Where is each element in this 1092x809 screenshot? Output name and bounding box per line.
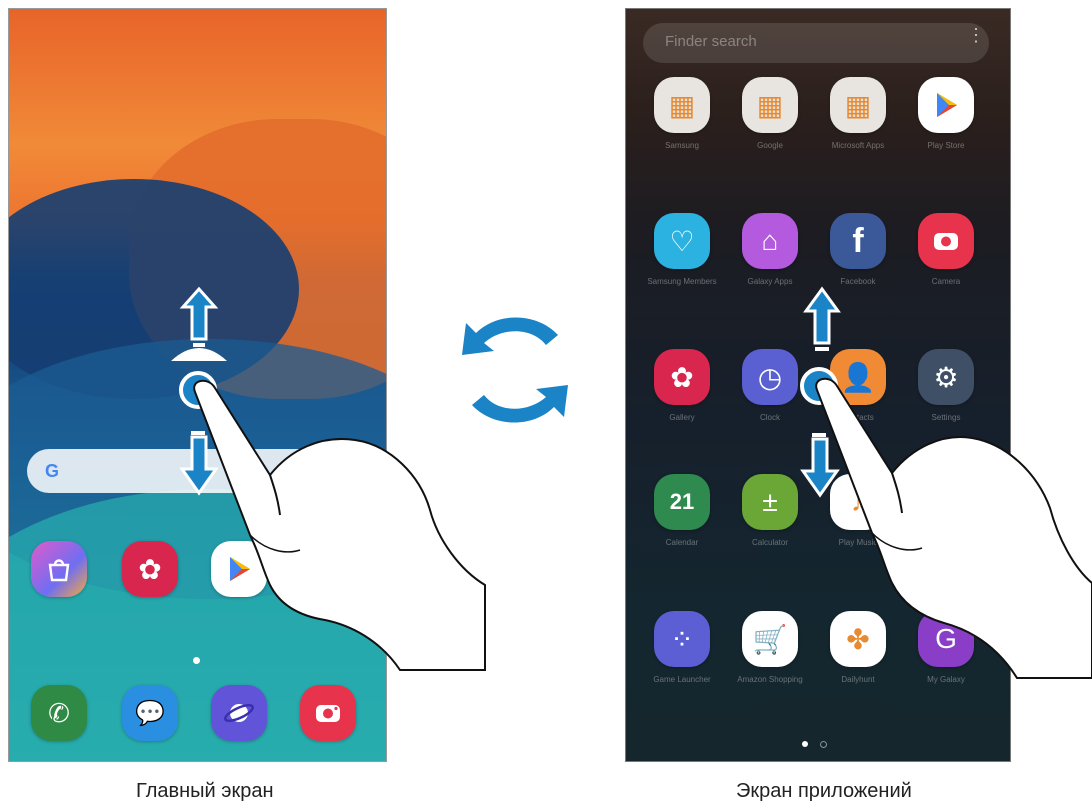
camera-icon[interactable] bbox=[300, 685, 356, 741]
calendar-icon[interactable]: 21 bbox=[654, 474, 710, 530]
game-launcher-icon[interactable]: ⁘ bbox=[654, 611, 710, 667]
hand-illustration bbox=[193, 379, 486, 671]
members-icon[interactable]: ♡ bbox=[654, 213, 710, 269]
google-icon: G bbox=[44, 461, 59, 481]
app-label: Samsung Members bbox=[647, 277, 717, 286]
app-label: Camera bbox=[931, 277, 961, 286]
app-label: Calculator bbox=[751, 538, 788, 547]
google-folder-icon[interactable]: ▦ bbox=[742, 77, 798, 133]
swipe-up-arrow bbox=[171, 286, 227, 361]
calculator-icon[interactable]: ± bbox=[742, 474, 798, 530]
internet-icon[interactable] bbox=[211, 685, 267, 741]
finder-placeholder: Finder search bbox=[665, 33, 757, 50]
gallery-icon[interactable]: ✿ bbox=[654, 349, 710, 405]
microsoft-folder-icon[interactable]: ▦ bbox=[830, 77, 886, 133]
swipe-up-arrow bbox=[803, 286, 841, 351]
apps-screen-caption: Экран приложений bbox=[736, 780, 912, 802]
switch-arrows-icon bbox=[462, 317, 568, 423]
more-options-icon[interactable]: ⋮ bbox=[967, 26, 985, 44]
messages-icon[interactable]: 💬 bbox=[122, 685, 178, 741]
page-indicator bbox=[820, 741, 827, 748]
app-label: Google bbox=[757, 141, 783, 150]
app-label: Play Store bbox=[927, 141, 965, 150]
app-label: Gallery bbox=[669, 413, 695, 422]
play-store-icon[interactable] bbox=[918, 77, 974, 133]
phone-icon[interactable]: ✆ bbox=[31, 685, 87, 741]
app-label: Samsung bbox=[665, 141, 699, 150]
app-label: Calendar bbox=[665, 538, 699, 547]
app-label: Galaxy Apps bbox=[747, 277, 793, 286]
hand-illustration bbox=[815, 377, 1092, 679]
camera-icon[interactable] bbox=[918, 213, 974, 269]
samsung-folder-icon[interactable]: ▦ bbox=[654, 77, 710, 133]
app-label: Amazon Shopping bbox=[737, 675, 803, 684]
gallery-icon[interactable]: ✿ bbox=[122, 541, 178, 597]
amazon-icon[interactable]: 🛒 bbox=[742, 611, 798, 667]
app-label: Clock bbox=[759, 413, 780, 422]
finder-search-bar[interactable]: Finder search ⋮ bbox=[643, 23, 989, 63]
home-screen-caption: Главный экран bbox=[136, 780, 274, 802]
galaxy-apps-icon[interactable]: ⌂ bbox=[742, 213, 798, 269]
clock-icon[interactable]: ◷ bbox=[742, 349, 798, 405]
app-label: Game Launcher bbox=[653, 675, 711, 684]
app-label: Facebook bbox=[840, 277, 876, 286]
galaxy-apps-icon[interactable] bbox=[31, 541, 87, 597]
facebook-icon[interactable]: f bbox=[830, 213, 886, 269]
app-label: Microsoft Apps bbox=[831, 141, 885, 150]
page-indicator-active bbox=[802, 741, 808, 747]
